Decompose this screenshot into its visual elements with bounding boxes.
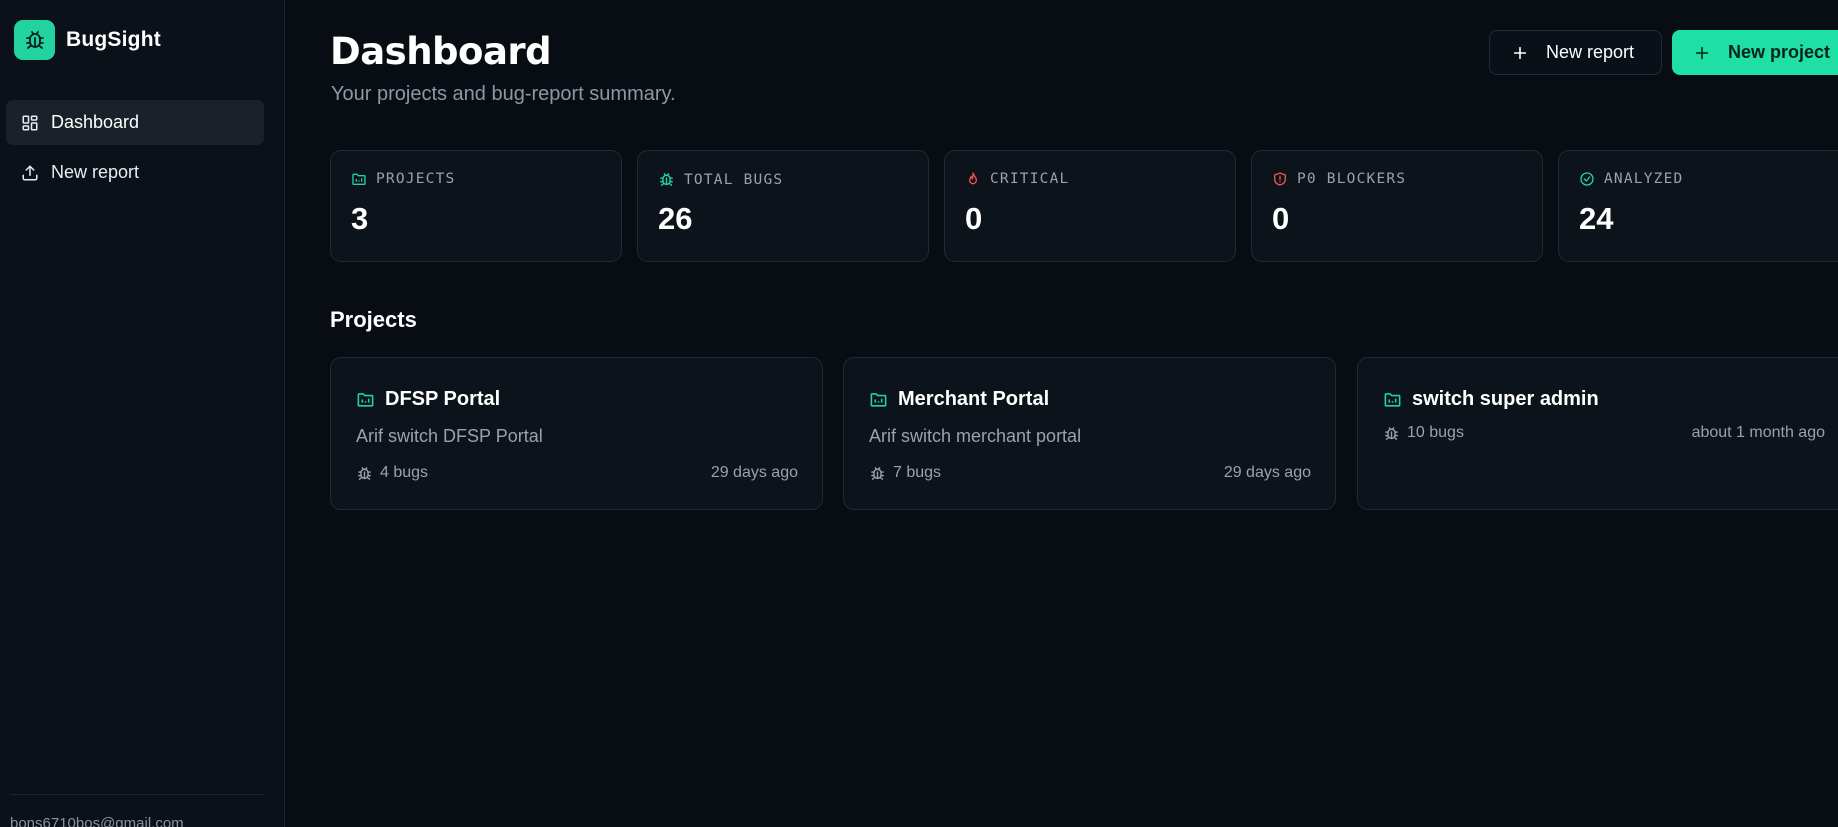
project-description: Arif switch merchant portal <box>869 426 1082 446</box>
bug-icon <box>1385 426 1398 440</box>
new-report-button[interactable]: New report <box>1489 30 1662 75</box>
project-meta: 4 bugs 29 days ago <box>356 464 798 482</box>
plus-icon <box>1513 46 1527 59</box>
project-card-dfsp-portal[interactable]: DFSP Portal Arif switch DFSP Portal 4 bu… <box>330 357 823 510</box>
folder-icon <box>870 393 887 407</box>
main-content: Dashboard Your projects and bug-report s… <box>286 0 1838 827</box>
new-project-button-label: New project <box>1728 42 1831 62</box>
stat-card-p0-blockers: P0 BLOCKERS 0 <box>1251 150 1543 262</box>
stat-label: PROJECTS <box>376 171 456 187</box>
stat-value: 3 <box>351 201 369 236</box>
sidebar-item-label: Dashboard <box>51 112 140 132</box>
stat-label: CRITICAL <box>990 171 1070 187</box>
app-name: BugSight <box>66 28 161 51</box>
project-meta: 7 bugs 29 days ago <box>869 464 1311 482</box>
projects-section-title: Projects <box>330 307 417 332</box>
sidebar-item-new-report[interactable]: New report <box>6 150 264 195</box>
bug-logo-icon <box>14 20 55 60</box>
bug-icon <box>358 466 371 480</box>
project-updated: about 1 month ago <box>1691 424 1825 441</box>
stat-card-critical: CRITICAL 0 <box>944 150 1236 262</box>
plus-icon <box>1695 46 1709 59</box>
bug-icon <box>871 466 884 480</box>
project-card-merchant-portal[interactable]: Merchant Portal Arif switch merchant por… <box>843 357 1336 510</box>
new-report-button-label: New report <box>1546 42 1635 62</box>
stat-label: ANALYZED <box>1604 171 1684 187</box>
check-circle-icon <box>1580 172 1594 186</box>
sidebar-divider <box>10 794 264 795</box>
project-updated: 29 days ago <box>710 464 798 481</box>
stat-card-total-bugs: TOTAL BUGS 26 <box>637 150 929 262</box>
project-name: Merchant Portal <box>898 388 1050 410</box>
stat-value: 24 <box>1579 201 1614 236</box>
flame-icon <box>969 172 977 185</box>
stat-value: 0 <box>965 201 983 236</box>
project-name: DFSP Portal <box>385 388 501 410</box>
folder-icon <box>352 173 366 185</box>
sidebar-item-label: New report <box>51 162 140 182</box>
project-bug-count: 10 bugs <box>1407 424 1464 441</box>
project-name: switch super admin <box>1412 388 1599 410</box>
page-title: Dashboard <box>330 30 552 73</box>
folder-icon <box>357 393 374 407</box>
project-bug-count: 4 bugs <box>380 464 429 481</box>
stat-value: 0 <box>1272 201 1290 236</box>
stat-label: P0 BLOCKERS <box>1297 171 1407 187</box>
project-bug-count: 7 bugs <box>893 464 942 481</box>
user-email[interactable]: bons6710bos@gmail.com <box>10 815 184 827</box>
bug-icon <box>660 173 673 186</box>
sidebar-item-dashboard[interactable]: Dashboard <box>6 100 264 145</box>
stat-card-analyzed: ANALYZED 24 <box>1558 150 1838 262</box>
brand[interactable]: BugSight <box>14 20 161 60</box>
project-card-switch-super-admin[interactable]: switch super admin 10 bugs about 1 month… <box>1357 357 1838 510</box>
project-updated: 29 days ago <box>1223 464 1311 481</box>
sidebar-nav: Dashboard New report <box>6 100 264 200</box>
project-meta: 10 bugs about 1 month ago <box>1383 424 1825 442</box>
project-description: Arif switch DFSP Portal <box>356 426 543 446</box>
stat-card-projects: PROJECTS 3 <box>330 150 622 262</box>
shield-alert-icon <box>1274 172 1286 186</box>
stat-label: TOTAL BUGS <box>684 171 784 188</box>
folder-icon <box>1384 393 1401 407</box>
sidebar: BugSight Dashboard New report bons6710bo… <box>0 0 285 827</box>
new-project-button[interactable]: New project <box>1672 30 1838 75</box>
page-subtitle: Your projects and bug-report summary. <box>331 83 676 105</box>
stat-value: 26 <box>658 201 693 236</box>
grid-icon <box>22 115 38 130</box>
upload-icon <box>22 165 38 180</box>
